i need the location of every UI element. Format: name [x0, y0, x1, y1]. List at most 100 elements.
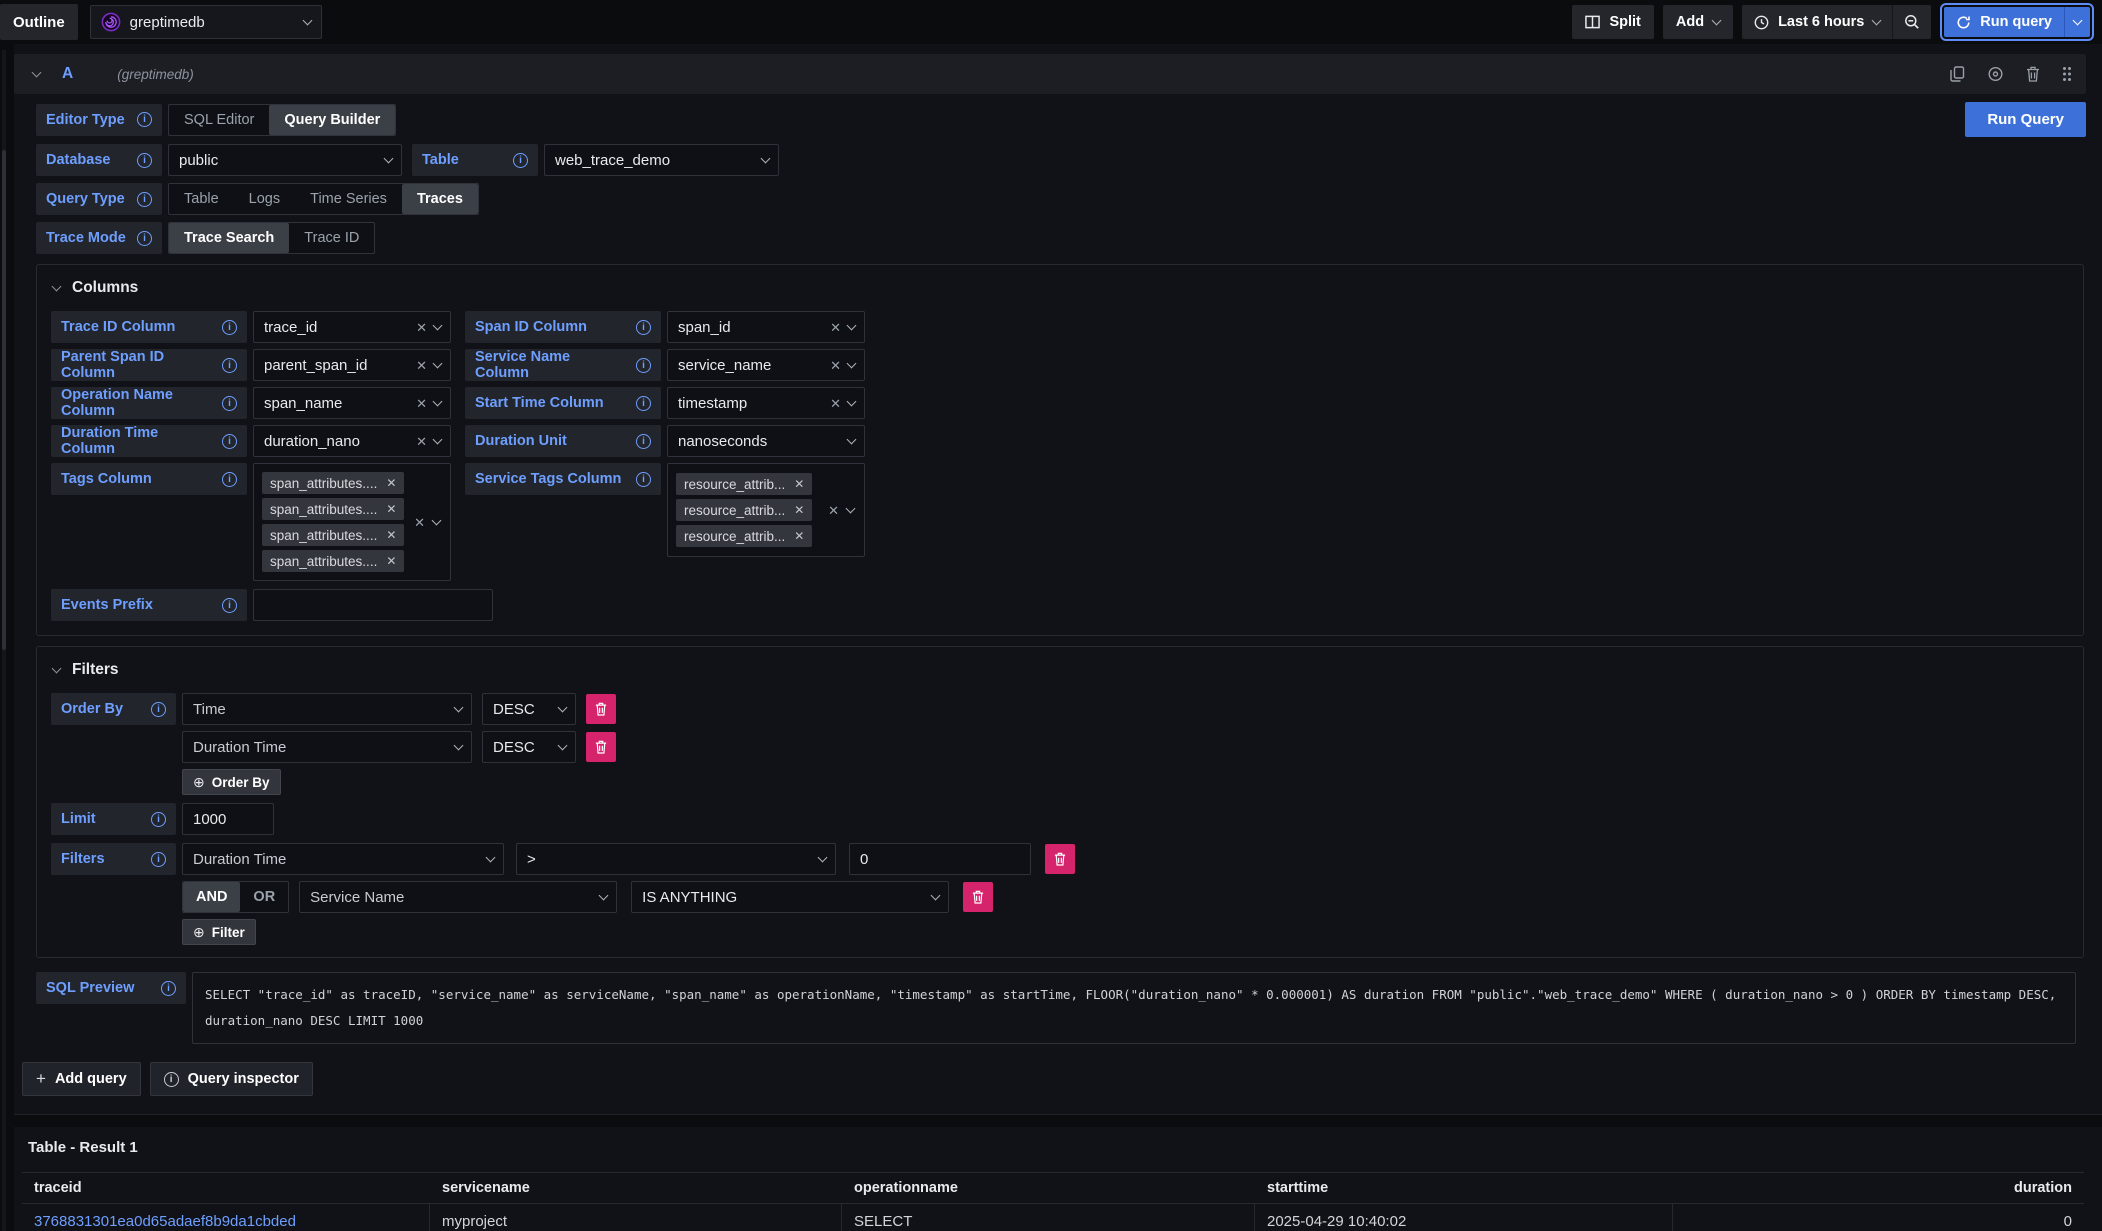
info-icon[interactable]: i — [222, 320, 237, 335]
service-name-column-select[interactable]: service_name ✕ — [667, 349, 865, 381]
clear-icon[interactable]: ✕ — [416, 397, 427, 410]
option-trace-search[interactable]: Trace Search — [169, 223, 289, 253]
limit-input[interactable]: 1000 — [182, 803, 274, 835]
info-icon[interactable]: i — [137, 231, 152, 246]
remove-icon[interactable]: ✕ — [794, 478, 804, 490]
order-by-direction-select[interactable]: DESC — [482, 731, 576, 763]
trace-id-link[interactable]: 3768831301ea0d65adaef8b9da1cbded — [34, 1213, 296, 1230]
info-icon[interactable]: i — [222, 396, 237, 411]
remove-icon[interactable]: ✕ — [386, 555, 396, 567]
span-id-column-select[interactable]: span_id ✕ — [667, 311, 865, 343]
info-icon[interactable]: i — [513, 153, 528, 168]
add-query-button[interactable]: + Add query — [22, 1062, 141, 1096]
clear-icon[interactable]: ✕ — [830, 397, 841, 410]
collapse-chevron-icon[interactable] — [32, 68, 42, 78]
trace-id-column-select[interactable]: trace_id ✕ — [253, 311, 451, 343]
remove-icon[interactable]: ✕ — [794, 504, 804, 516]
run-query-button[interactable]: Run query — [1944, 7, 2064, 37]
column-header-servicename[interactable]: servicename — [430, 1180, 842, 1196]
option-sql-editor[interactable]: SQL Editor — [169, 105, 269, 135]
info-icon[interactable]: i — [137, 192, 152, 207]
remove-filter-button[interactable] — [1045, 844, 1075, 874]
add-filter-button[interactable]: ⊕ Filter — [182, 919, 256, 945]
column-header-operationname[interactable]: operationname — [842, 1180, 1255, 1196]
info-icon[interactable]: i — [636, 472, 651, 487]
drag-handle-icon[interactable] — [2062, 66, 2072, 82]
filter-operator-select[interactable]: IS ANYTHING — [631, 881, 949, 913]
time-range-picker[interactable]: Last 6 hours — [1742, 5, 1892, 39]
option-table[interactable]: Table — [169, 184, 234, 214]
run-query-dropdown[interactable] — [2064, 7, 2090, 37]
parent-span-id-column-select[interactable]: parent_span_id ✕ — [253, 349, 451, 381]
order-by-direction-select[interactable]: DESC — [482, 693, 576, 725]
tags-column-multiselect[interactable]: span_attributes.... ✕ span_attributes...… — [253, 463, 451, 581]
database-select[interactable]: public — [168, 144, 402, 176]
remove-icon[interactable]: ✕ — [386, 477, 396, 489]
option-time-series[interactable]: Time Series — [295, 184, 402, 214]
add-order-by-button[interactable]: ⊕ Order By — [182, 769, 281, 795]
info-icon[interactable]: i — [636, 396, 651, 411]
operation-name-column-select[interactable]: span_name ✕ — [253, 387, 451, 419]
option-trace-id[interactable]: Trace ID — [289, 223, 374, 253]
column-header-duration[interactable]: duration — [1673, 1180, 2084, 1196]
info-icon[interactable]: i — [151, 702, 166, 717]
info-icon[interactable]: i — [151, 812, 166, 827]
remove-icon[interactable]: ✕ — [794, 530, 804, 542]
filter-field-select[interactable]: Duration Time — [182, 843, 504, 875]
duration-unit-select[interactable]: nanoseconds — [667, 425, 865, 457]
info-icon[interactable]: i — [636, 434, 651, 449]
add-button[interactable]: Add — [1663, 5, 1733, 39]
info-icon[interactable]: i — [636, 358, 651, 373]
info-icon[interactable]: i — [222, 358, 237, 373]
clear-all-icon[interactable]: ✕ — [828, 504, 839, 517]
split-button[interactable]: Split — [1572, 5, 1653, 39]
datasource-picker[interactable]: greptimedb — [90, 5, 322, 39]
remove-icon[interactable]: ✕ — [386, 529, 396, 541]
info-icon[interactable]: i — [222, 598, 237, 613]
zoom-out-time-button[interactable] — [1892, 5, 1931, 39]
service-tags-column-multiselect[interactable]: resource_attrib... ✕ resource_attrib... … — [667, 463, 865, 557]
start-time-column-select[interactable]: timestamp ✕ — [667, 387, 865, 419]
clear-icon[interactable]: ✕ — [416, 435, 427, 448]
info-icon[interactable]: i — [636, 320, 651, 335]
info-icon[interactable]: i — [222, 472, 237, 487]
clear-icon[interactable]: ✕ — [830, 321, 841, 334]
clear-all-icon[interactable]: ✕ — [414, 516, 425, 529]
columns-section-header[interactable]: Columns — [53, 279, 2069, 297]
remove-order-by-button[interactable] — [586, 694, 616, 724]
events-prefix-input[interactable] — [253, 589, 493, 621]
duration-time-column-select[interactable]: duration_nano ✕ — [253, 425, 451, 457]
toggle-visibility-icon[interactable] — [1987, 66, 2004, 82]
info-icon[interactable]: i — [161, 981, 176, 996]
order-by-field-select[interactable]: Time — [182, 693, 472, 725]
filters-section-header[interactable]: Filters — [53, 661, 2069, 679]
info-icon[interactable]: i — [137, 112, 152, 127]
info-icon[interactable]: i — [222, 434, 237, 449]
option-logs[interactable]: Logs — [234, 184, 295, 214]
outline-button[interactable]: Outline — [0, 4, 78, 40]
remove-icon[interactable]: ✕ — [386, 503, 396, 515]
clear-icon[interactable]: ✕ — [416, 321, 427, 334]
delete-query-icon[interactable] — [2026, 66, 2040, 82]
clear-icon[interactable]: ✕ — [830, 359, 841, 372]
option-or[interactable]: OR — [240, 882, 288, 912]
option-traces[interactable]: Traces — [402, 184, 478, 214]
left-scrollbar-thumb[interactable] — [2, 150, 6, 650]
duplicate-query-icon[interactable] — [1950, 66, 1965, 82]
panel-run-query-button[interactable]: Run Query — [1965, 102, 2086, 137]
table-select[interactable]: web_trace_demo — [544, 144, 779, 176]
option-query-builder[interactable]: Query Builder — [269, 105, 395, 135]
filter-operator-select[interactable]: > — [516, 843, 836, 875]
order-by-field-select[interactable]: Duration Time — [182, 731, 472, 763]
query-row-header[interactable]: A (greptimedb) — [14, 54, 2086, 94]
filter-value-input[interactable]: 0 — [849, 843, 1031, 875]
remove-filter-button[interactable] — [963, 882, 993, 912]
clear-icon[interactable]: ✕ — [416, 359, 427, 372]
option-and[interactable]: AND — [183, 882, 240, 912]
column-header-traceid[interactable]: traceid — [22, 1180, 430, 1196]
query-inspector-button[interactable]: i Query inspector — [150, 1062, 313, 1096]
remove-order-by-button[interactable] — [586, 732, 616, 762]
column-header-starttime[interactable]: starttime — [1255, 1180, 1673, 1196]
filter-field-select[interactable]: Service Name — [299, 881, 617, 913]
info-icon[interactable]: i — [151, 852, 166, 867]
